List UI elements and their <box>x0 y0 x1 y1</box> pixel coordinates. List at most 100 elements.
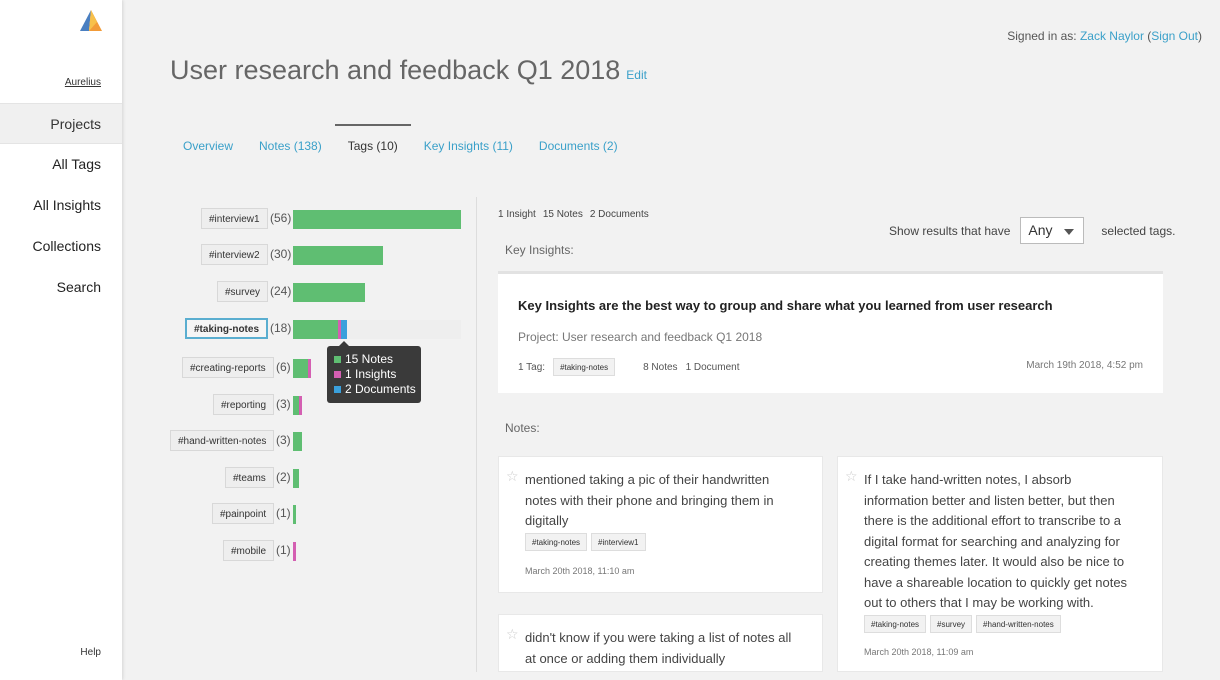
notes-label: Notes: <box>505 421 540 435</box>
match-mode-select[interactable]: Any <box>1020 217 1085 244</box>
match-mode-value: Any <box>1028 222 1053 238</box>
tag-bar[interactable] <box>293 505 296 524</box>
tag-row[interactable]: #painpoint (1) <box>160 503 470 525</box>
tag-chip[interactable]: #interview1 <box>201 208 268 229</box>
note-text: mentioned taking a pic of their handwrit… <box>525 470 774 532</box>
tag-chip[interactable]: #hand-written-notes <box>170 430 275 451</box>
tag-row[interactable]: #creating-reports (6) <box>160 357 470 379</box>
note-tag-chip[interactable]: #survey <box>930 615 973 633</box>
brand-link[interactable]: Aurelius <box>65 77 101 88</box>
note-tags: #taking-notes #survey #hand-written-note… <box>864 615 1065 633</box>
note-line: at once or adding them individually <box>525 650 726 666</box>
tag-bar[interactable] <box>293 246 383 265</box>
user-name-link[interactable]: Zack Naylor <box>1080 29 1144 43</box>
sidebar-item-all-insights[interactable]: All Insights <box>0 185 122 226</box>
tag-chip[interactable]: #teams <box>225 467 274 488</box>
help-link[interactable]: Help <box>80 647 101 658</box>
star-icon[interactable]: ☆ <box>506 627 519 641</box>
tag-row[interactable]: #interview2 (30) <box>160 244 470 266</box>
note-card[interactable]: ☆ didn't know if you were taking a list … <box>498 614 823 672</box>
tag-bar[interactable] <box>293 432 302 451</box>
tag-row[interactable]: #survey (24) <box>160 281 470 303</box>
tag-bar-notes-segment <box>293 469 299 488</box>
tag-row[interactable]: #taking-notes (18) <box>160 318 470 340</box>
filter-prefix: Show results that have <box>889 223 1011 238</box>
tag-bar[interactable] <box>293 542 296 561</box>
tag-bar[interactable] <box>293 283 365 302</box>
tag-chip[interactable]: #survey <box>217 281 269 302</box>
key-insight-tag-chip[interactable]: #taking-notes <box>553 358 616 376</box>
tab-key-insights[interactable]: Key Insights (11) <box>411 124 526 159</box>
documents-swatch-icon <box>334 386 341 393</box>
note-tag-chip[interactable]: #taking-notes <box>525 533 588 551</box>
tag-chip[interactable]: #mobile <box>223 540 275 561</box>
tab-overview[interactable]: Overview <box>170 124 246 159</box>
note-text: didn't know if you were taking a list of… <box>525 628 791 669</box>
tag-bar[interactable] <box>293 210 461 229</box>
note-tag-chip[interactable]: #interview1 <box>591 533 646 551</box>
tag-bar-notes-segment <box>293 320 338 339</box>
page-title: User research and feedback Q1 2018 Edit <box>170 55 647 86</box>
tag-bar-notes-segment <box>293 359 308 378</box>
edit-title-link[interactable]: Edit <box>626 68 647 82</box>
note-line: creating themes later. It would also be … <box>864 554 1125 569</box>
key-insight-title[interactable]: Key Insights are the best way to group a… <box>518 298 1053 313</box>
tooltip-documents: 2 Documents <box>345 382 416 396</box>
note-line: digitally <box>525 513 569 528</box>
tag-filter: Show results that have Any selected tags… <box>889 217 1175 244</box>
note-tag-chip[interactable]: #taking-notes <box>864 615 927 633</box>
filter-suffix: selected tags. <box>1101 223 1176 238</box>
tag-bar[interactable] <box>293 320 347 339</box>
tag-row[interactable]: #hand-written-notes (3) <box>160 430 470 452</box>
tag-bar-notes-segment <box>293 432 302 451</box>
tab-documents[interactable]: Documents (2) <box>526 124 631 159</box>
sidebar-item-projects[interactable]: Projects <box>0 103 122 144</box>
tooltip-insights: 1 Insights <box>345 367 397 381</box>
tag-bar[interactable] <box>293 396 302 415</box>
note-card[interactable]: ☆ mentioned taking a pic of their handwr… <box>498 456 823 593</box>
note-date: March 20th 2018, 11:10 am <box>525 566 635 576</box>
tag-chip[interactable]: #taking-notes <box>185 318 269 339</box>
note-tags: #taking-notes #interview1 <box>525 533 650 551</box>
tag-count: (1) <box>276 506 291 520</box>
project-tabs: Overview Notes (138) Tags (10) Key Insig… <box>170 124 631 159</box>
tag-row[interactable]: #interview1 (56) <box>160 208 470 230</box>
tag-count: (2) <box>276 470 291 484</box>
sidebar-item-collections[interactable]: Collections <box>0 226 122 267</box>
tag-bar-insights-segment <box>308 359 311 378</box>
tooltip-documents-row: 2 Documents <box>334 382 421 397</box>
results-summary: 1 Insight 15 Notes 2 Documents <box>498 209 656 220</box>
tag-chip[interactable]: #interview2 <box>201 244 268 265</box>
tag-count: (3) <box>276 397 291 411</box>
tab-tags[interactable]: Tags (10) <box>334 124 411 159</box>
sidebar-item-all-tags[interactable]: All Tags <box>0 144 122 185</box>
tag-chip[interactable]: #creating-reports <box>182 357 274 378</box>
tag-bar-notes-segment <box>293 210 461 229</box>
sidebar-item-search[interactable]: Search <box>0 267 122 308</box>
tag-count: (6) <box>276 360 291 374</box>
key-insight-date: March 19th 2018, 4:52 pm <box>1026 360 1143 371</box>
key-insight-project: Project: User research and feedback Q1 2… <box>518 330 763 344</box>
note-tag-chip[interactable]: #hand-written-notes <box>976 615 1061 633</box>
tag-chip[interactable]: #painpoint <box>212 503 275 524</box>
tag-bar-insights-segment <box>293 542 296 561</box>
tag-bar[interactable] <box>293 359 311 378</box>
summary-insights: 1 Insight <box>498 209 536 220</box>
tag-row[interactable]: #teams (2) <box>160 467 470 489</box>
star-icon[interactable]: ☆ <box>845 469 858 483</box>
tab-notes[interactable]: Notes (138) <box>246 124 335 159</box>
tag-bar-insights-segment <box>299 396 302 415</box>
key-insight-card[interactable]: Key Insights are the best way to group a… <box>498 271 1163 393</box>
note-line: If I take hand-written notes, I absorb <box>864 472 1072 487</box>
note-card[interactable]: ☆ If I take hand-written notes, I absorb… <box>837 456 1163 672</box>
sign-out-link[interactable]: Sign Out <box>1151 29 1198 43</box>
aurelius-logo-icon[interactable] <box>80 10 102 32</box>
tag-bar[interactable] <box>293 469 299 488</box>
summary-notes: 15 Notes <box>542 209 583 220</box>
star-icon[interactable]: ☆ <box>506 469 519 483</box>
tag-chip[interactable]: #reporting <box>213 394 275 415</box>
tag-count: (3) <box>276 433 291 447</box>
tag-row[interactable]: #reporting (3) <box>160 394 470 416</box>
tag-count: (18) <box>270 321 292 335</box>
tag-row[interactable]: #mobile (1) <box>160 540 470 562</box>
